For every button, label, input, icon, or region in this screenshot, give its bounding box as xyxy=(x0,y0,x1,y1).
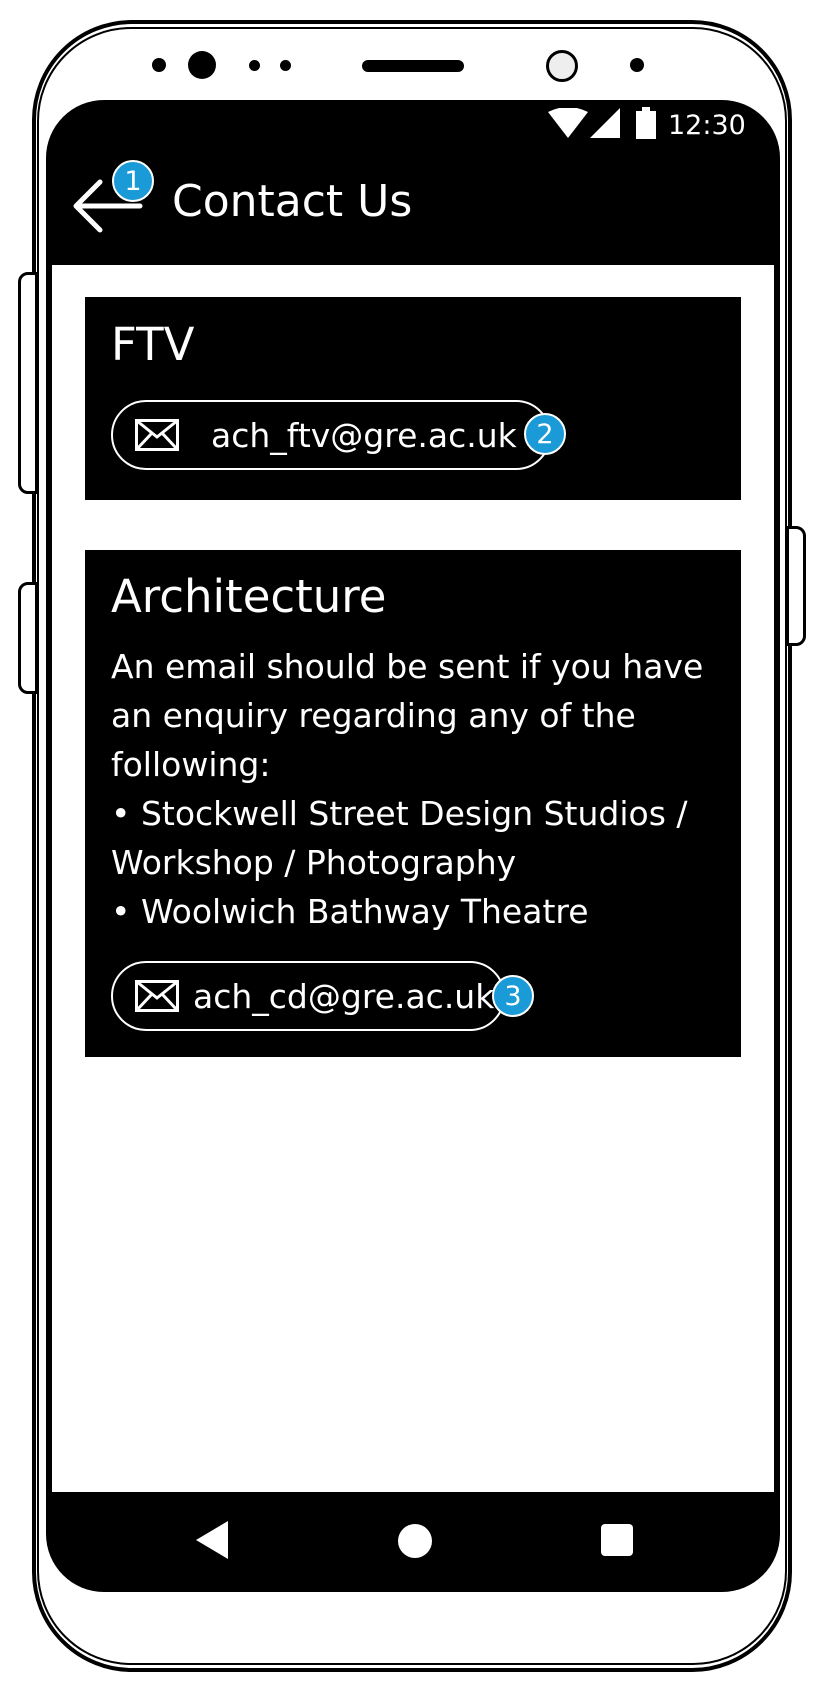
mail-icon xyxy=(135,419,179,451)
email-address: ach_cd@gre.ac.uk xyxy=(193,976,495,1016)
power-button xyxy=(786,526,806,646)
description-line: • Stockwell Street Design Studios / xyxy=(111,794,688,833)
annotation-marker-3: 3 xyxy=(492,975,534,1017)
front-camera-dot xyxy=(188,51,216,79)
email-button-ftv[interactable]: ach_ftv@gre.ac.uk xyxy=(111,400,551,470)
battery-icon xyxy=(636,107,656,139)
status-time: 12:30 xyxy=(668,110,746,141)
description-line: Workshop / Photography xyxy=(111,843,517,882)
signal-icon xyxy=(590,108,620,138)
sensor-dot xyxy=(280,60,291,71)
sensor-dot xyxy=(249,60,260,71)
volume-up-button xyxy=(18,272,38,494)
mail-icon xyxy=(135,980,179,1012)
sensor-dot xyxy=(630,58,644,72)
back-triangle-icon[interactable] xyxy=(192,1519,232,1561)
card-title: Architecture xyxy=(111,570,387,623)
email-address: ach_ftv@gre.ac.uk xyxy=(211,415,517,455)
earpiece-speaker xyxy=(362,60,464,72)
recents-square-icon[interactable] xyxy=(600,1523,634,1557)
annotation-marker-1: 1 xyxy=(112,160,154,202)
description-line: An email should be sent if you have xyxy=(111,647,704,686)
description-line: an enquiry regarding any of the xyxy=(111,696,636,735)
page-title: Contact Us xyxy=(172,176,413,227)
volume-down-button xyxy=(18,582,38,694)
card-title: FTV xyxy=(111,318,195,371)
sensor-dot xyxy=(152,58,166,72)
description-line: following: xyxy=(111,745,271,784)
front-camera xyxy=(546,50,578,82)
home-circle-icon[interactable] xyxy=(396,1522,434,1560)
annotation-marker-2: 2 xyxy=(524,413,566,455)
email-button-architecture[interactable]: ach_cd@gre.ac.uk xyxy=(111,961,505,1031)
description-line: • Woolwich Bathway Theatre xyxy=(111,892,589,931)
wifi-icon xyxy=(548,108,588,138)
card-description: An email should be sent if you have an e… xyxy=(111,642,731,936)
